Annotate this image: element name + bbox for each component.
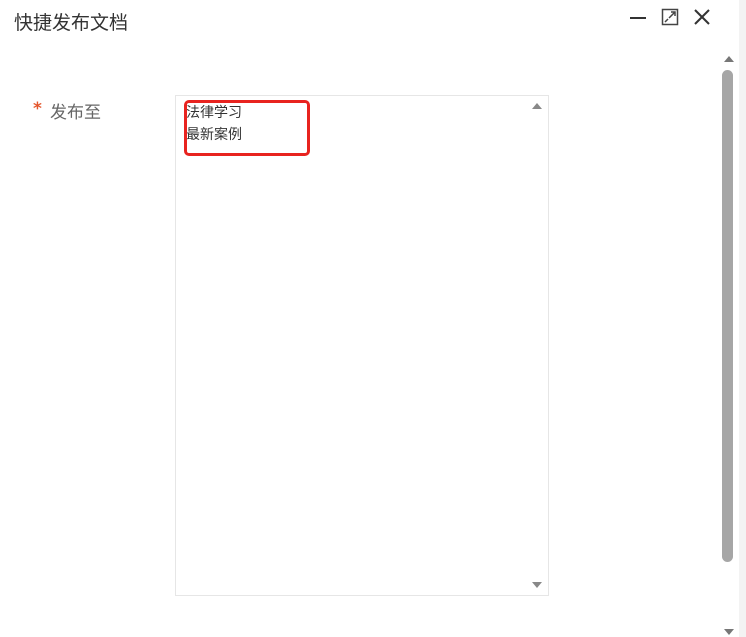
required-mark: *: [33, 99, 42, 119]
minimize-icon: [630, 17, 646, 19]
close-button[interactable]: [691, 6, 713, 28]
maximize-icon: [661, 8, 679, 26]
scroll-up-arrow-icon[interactable]: [724, 56, 734, 62]
scrollbar-thumb[interactable]: [722, 70, 733, 562]
dialog-title: 快捷发布文档: [14, 12, 129, 34]
close-icon: [694, 9, 710, 25]
background-window-edge: [739, 0, 746, 637]
publish-to-listbox[interactable]: 法律学习 最新案例: [175, 95, 549, 596]
minimize-button[interactable]: [627, 6, 649, 28]
quick-publish-dialog: 快捷发布文档 * 发布至 法律学习 最新案例: [0, 0, 746, 637]
list-item[interactable]: 法律学习: [186, 102, 242, 124]
list-item[interactable]: 最新案例: [186, 124, 242, 146]
maximize-button[interactable]: [659, 6, 681, 28]
listbox-scroll-down-arrow-icon[interactable]: [532, 582, 542, 588]
scroll-down-arrow-icon[interactable]: [724, 629, 734, 635]
listbox-scroll-up-arrow-icon[interactable]: [532, 103, 542, 109]
publish-to-options: 法律学习 最新案例: [184, 100, 310, 156]
page-scrollbar[interactable]: [719, 50, 739, 637]
publish-to-label: 发布至: [50, 103, 101, 123]
